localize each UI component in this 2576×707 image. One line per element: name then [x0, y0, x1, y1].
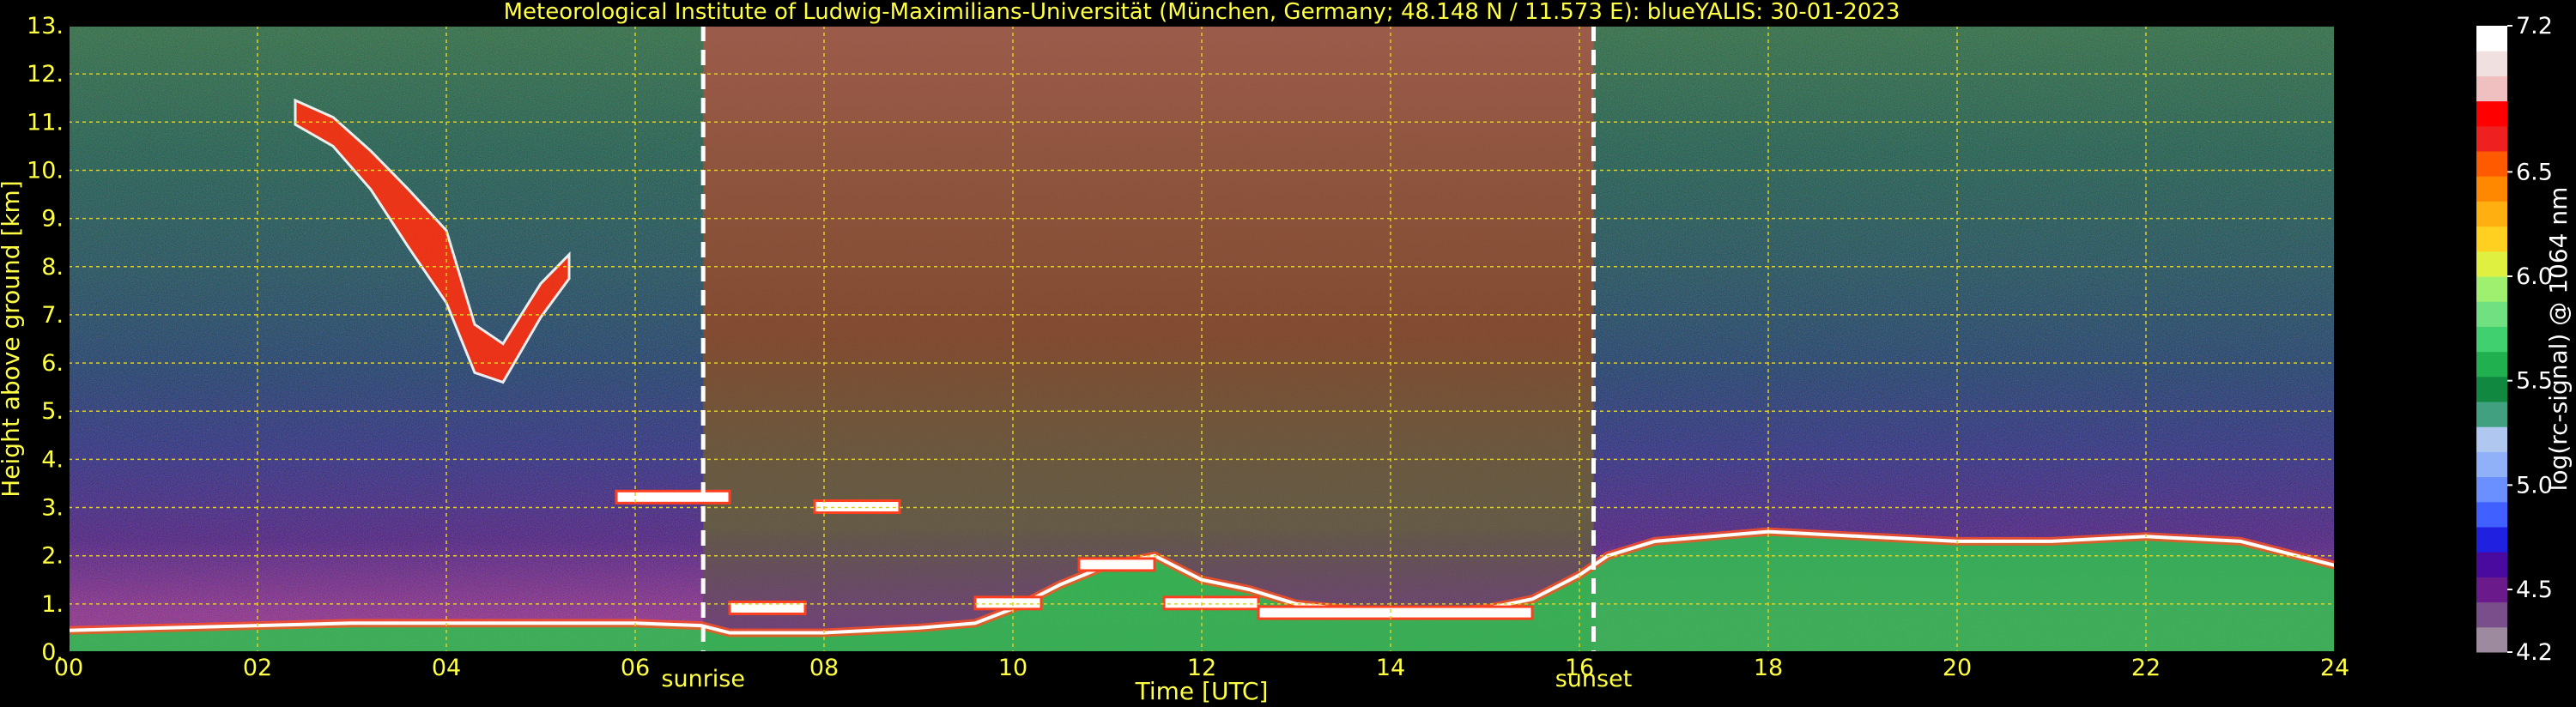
colorbar-segment	[2476, 501, 2507, 528]
colorbar-segment	[2476, 26, 2507, 51]
y-axis-ticks: 0. 1. 2. 3. 4. 5. 6. 7. 8. 9. 10. 11. 12. 13.	[27, 13, 64, 666]
cloud-layer	[615, 489, 731, 505]
colorbar-segment	[2476, 201, 2507, 227]
colorbar-label: log(rc-signal) @ 1064 nm	[2544, 187, 2573, 492]
x-tick-label: 18	[1754, 655, 1783, 681]
y-tick-label: 6.	[41, 350, 64, 377]
colorbar-segment	[2476, 151, 2507, 177]
cloud-layer	[813, 499, 901, 515]
x-tick-label: 04	[432, 655, 461, 681]
colorbar-segment	[2476, 426, 2507, 452]
colorbar-segment	[2476, 301, 2507, 327]
colorbar-tick-label: 6.5	[2516, 159, 2553, 185]
plot-area	[68, 25, 2337, 653]
cloud-layer	[728, 600, 807, 615]
colorbar-segment	[2476, 527, 2507, 553]
colorbar-segment	[2476, 626, 2507, 653]
y-tick-label: 4.	[41, 446, 64, 473]
y-tick-label: 8.	[41, 254, 64, 281]
cloud-layer	[1077, 557, 1156, 572]
colorbar-segment	[2476, 76, 2507, 102]
x-tick-label: 02	[243, 655, 272, 681]
colorbar-segment	[2476, 100, 2507, 127]
colorbar-segment	[2476, 326, 2507, 353]
x-tick-label: 20	[1943, 655, 1972, 681]
colorbar-segment	[2476, 552, 2507, 577]
y-tick-label: 10.	[27, 157, 64, 184]
y-tick-label: 11.	[27, 109, 64, 136]
lidar-chart: Meteorological Institute of Ludwig-Maxim…	[0, 0, 2573, 705]
y-tick-label: 1.	[41, 591, 64, 618]
marker-label: sunrise	[661, 666, 745, 692]
colorbar-segment	[2476, 251, 2507, 277]
colorbar-segment	[2476, 51, 2507, 76]
y-tick-label: 0.	[41, 639, 64, 666]
colorbar-segment	[2476, 276, 2507, 302]
colorbar-tick-label: 7.2	[2516, 13, 2553, 39]
y-tick-label: 9.	[41, 206, 64, 233]
cloud-layer	[1162, 595, 1260, 611]
x-axis-label: Time [UTC]	[1135, 677, 1269, 705]
colorbar-segment	[2476, 402, 2507, 427]
colorbar-segment	[2476, 451, 2507, 478]
x-tick-label: 22	[2131, 655, 2161, 681]
y-tick-label: 7.	[41, 302, 64, 329]
colorbar-tick-label: 4.5	[2516, 577, 2553, 603]
colorbar: 4.24.55.05.56.06.57.2	[2476, 13, 2553, 666]
x-tick-label: 24	[2320, 655, 2349, 681]
colorbar-segment	[2476, 226, 2507, 252]
colorbar-segment	[2476, 476, 2507, 503]
colorbar-segment	[2476, 125, 2507, 152]
y-tick-label: 13.	[27, 13, 64, 39]
colorbar-segment	[2476, 351, 2507, 378]
marker-label: sunset	[1555, 666, 1633, 692]
y-tick-label: 12.	[27, 61, 64, 88]
chart-title: Meteorological Institute of Ludwig-Maxim…	[504, 0, 1900, 25]
colorbar-segment	[2476, 577, 2507, 603]
y-tick-label: 3.	[41, 495, 64, 522]
y-axis-label: Height above ground [km]	[0, 180, 25, 498]
colorbar-segment	[2476, 176, 2507, 202]
y-tick-label: 5.	[41, 398, 64, 425]
x-tick-label: 10	[998, 655, 1027, 681]
cloud-layer	[1257, 605, 1534, 620]
colorbar-segment	[2476, 376, 2507, 402]
x-tick-label: 08	[809, 655, 839, 681]
colorbar-tick-label: 4.2	[2516, 639, 2553, 666]
y-tick-label: 2.	[41, 543, 64, 570]
colorbar-segment	[2476, 601, 2507, 628]
cloud-layer	[973, 595, 1043, 611]
x-tick-label: 06	[621, 655, 650, 681]
x-tick-label: 14	[1376, 655, 1405, 681]
